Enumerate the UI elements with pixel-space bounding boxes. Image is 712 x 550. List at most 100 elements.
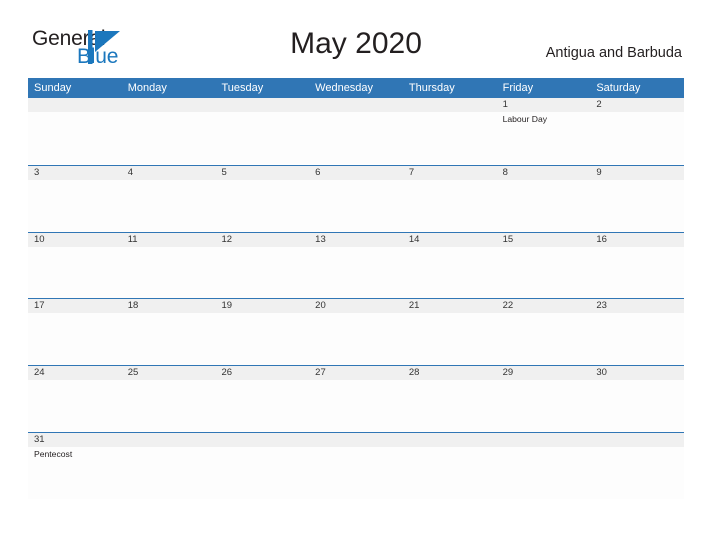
- day-cell[interactable]: [28, 180, 122, 232]
- day-cell[interactable]: [497, 247, 591, 299]
- day-cell[interactable]: [590, 447, 684, 499]
- day-cell[interactable]: [28, 380, 122, 432]
- day-number[interactable]: 27: [309, 366, 403, 380]
- day-cell[interactable]: [403, 112, 497, 164]
- day-number[interactable]: 18: [122, 299, 216, 313]
- day-number[interactable]: [590, 433, 684, 447]
- day-cell[interactable]: [497, 447, 591, 499]
- day-number[interactable]: [122, 433, 216, 447]
- week-date-band: 24 25 26 27 28 29 30: [28, 366, 684, 381]
- day-cell[interactable]: [309, 313, 403, 365]
- week-row: 31 Pentecost: [28, 431, 684, 499]
- day-cell[interactable]: [122, 380, 216, 432]
- day-number[interactable]: 3: [28, 166, 122, 180]
- day-cell[interactable]: [215, 247, 309, 299]
- day-number[interactable]: 8: [497, 166, 591, 180]
- day-cell[interactable]: Pentecost: [28, 447, 122, 499]
- week-date-band: 3 4 5 6 7 8 9: [28, 165, 684, 180]
- day-cell[interactable]: [309, 447, 403, 499]
- weekday-wednesday: Wednesday: [315, 82, 374, 94]
- day-cell[interactable]: [403, 380, 497, 432]
- day-cell[interactable]: [309, 247, 403, 299]
- day-cell[interactable]: [215, 180, 309, 232]
- day-number[interactable]: [309, 433, 403, 447]
- week-row: 17 18 19 20 21 22 23: [28, 298, 684, 366]
- day-number[interactable]: 15: [497, 233, 591, 247]
- day-cell[interactable]: [215, 380, 309, 432]
- day-number[interactable]: 19: [215, 299, 309, 313]
- day-number[interactable]: [28, 98, 122, 112]
- day-cell[interactable]: [403, 447, 497, 499]
- day-cell[interactable]: [497, 180, 591, 232]
- day-number[interactable]: 28: [403, 366, 497, 380]
- week-row: 24 25 26 27 28 29 30: [28, 365, 684, 433]
- day-number[interactable]: [497, 433, 591, 447]
- day-number[interactable]: [403, 433, 497, 447]
- day-number[interactable]: 9: [590, 166, 684, 180]
- day-cell[interactable]: [28, 112, 122, 164]
- day-number[interactable]: 22: [497, 299, 591, 313]
- day-cell[interactable]: [122, 247, 216, 299]
- day-number[interactable]: 25: [122, 366, 216, 380]
- day-number[interactable]: 16: [590, 233, 684, 247]
- day-number[interactable]: 20: [309, 299, 403, 313]
- day-cell[interactable]: [122, 112, 216, 164]
- day-number[interactable]: 4: [122, 166, 216, 180]
- week-date-band: 17 18 19 20 21 22 23: [28, 299, 684, 314]
- day-number[interactable]: 29: [497, 366, 591, 380]
- day-number[interactable]: [403, 98, 497, 112]
- day-number[interactable]: [122, 98, 216, 112]
- week-event-band: Labour Day: [28, 112, 684, 164]
- day-cell[interactable]: [122, 313, 216, 365]
- day-cell[interactable]: [122, 180, 216, 232]
- day-number[interactable]: 30: [590, 366, 684, 380]
- day-cell[interactable]: Labour Day: [497, 112, 591, 164]
- day-cell[interactable]: [590, 112, 684, 164]
- weekday-monday: Monday: [127, 82, 167, 94]
- day-cell[interactable]: [403, 313, 497, 365]
- day-number[interactable]: 23: [590, 299, 684, 313]
- week-date-band: 1 2: [28, 98, 684, 112]
- week-event-band: [28, 313, 684, 366]
- day-number[interactable]: 5: [215, 166, 309, 180]
- day-cell[interactable]: [497, 380, 591, 432]
- day-number[interactable]: 13: [309, 233, 403, 247]
- region-label: Antigua and Barbuda: [545, 45, 682, 61]
- day-cell[interactable]: [590, 247, 684, 299]
- day-cell[interactable]: [215, 313, 309, 365]
- day-cell[interactable]: [403, 180, 497, 232]
- day-number[interactable]: 14: [403, 233, 497, 247]
- day-cell[interactable]: [215, 447, 309, 499]
- day-number[interactable]: 2: [590, 98, 684, 112]
- day-number[interactable]: 6: [309, 166, 403, 180]
- day-cell[interactable]: [590, 380, 684, 432]
- day-cell[interactable]: [590, 180, 684, 232]
- day-cell[interactable]: [403, 247, 497, 299]
- day-cell[interactable]: [28, 247, 122, 299]
- day-number[interactable]: [215, 98, 309, 112]
- day-number[interactable]: 10: [28, 233, 122, 247]
- day-number[interactable]: 24: [28, 366, 122, 380]
- weekday-tuesday: Tuesday: [221, 82, 264, 94]
- day-cell[interactable]: [497, 313, 591, 365]
- day-cell[interactable]: [590, 313, 684, 365]
- day-cell[interactable]: [309, 180, 403, 232]
- day-cell[interactable]: [215, 112, 309, 164]
- week-row: 3 4 5 6 7 8 9: [28, 164, 684, 232]
- day-cell[interactable]: [309, 380, 403, 432]
- day-number[interactable]: 7: [403, 166, 497, 180]
- day-number[interactable]: 12: [215, 233, 309, 247]
- day-cell[interactable]: [28, 313, 122, 365]
- day-number[interactable]: 31: [28, 433, 122, 447]
- day-number[interactable]: [309, 98, 403, 112]
- week-date-band: 10 11 12 13 14 15 16: [28, 232, 684, 247]
- day-number[interactable]: [215, 433, 309, 447]
- day-number[interactable]: 11: [122, 233, 216, 247]
- day-cell[interactable]: [122, 447, 216, 499]
- day-cell[interactable]: [309, 112, 403, 164]
- day-number[interactable]: 17: [28, 299, 122, 313]
- day-number[interactable]: 21: [403, 299, 497, 313]
- day-number[interactable]: 1: [497, 98, 591, 112]
- weekday-thursday: Thursday: [408, 82, 455, 94]
- day-number[interactable]: 26: [215, 366, 309, 380]
